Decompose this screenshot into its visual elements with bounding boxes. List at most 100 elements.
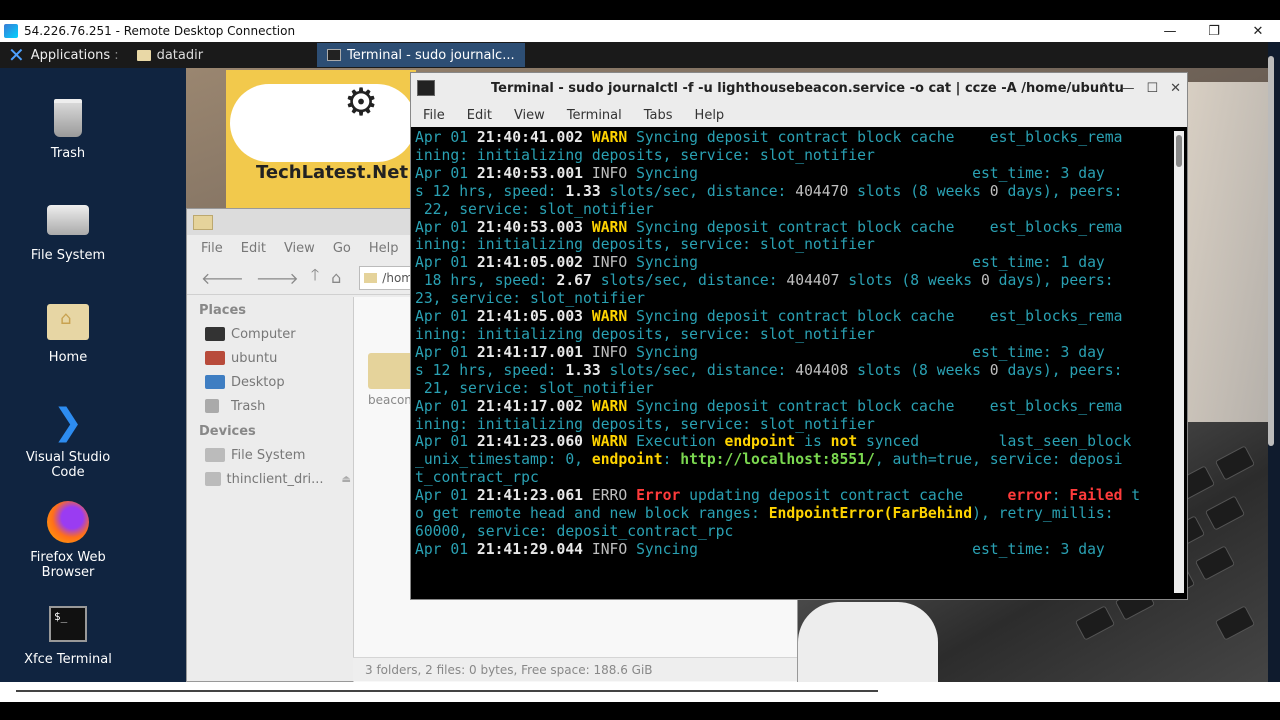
terminal-line: s 12 hrs, speed: 1.33 slots/sec, distanc… [415,183,1171,201]
terminal-text-segment: slots/sec, distance: [591,272,787,290]
terminal-output[interactable]: Apr 01 21:40:41.002 WARN Syncing deposit… [415,129,1171,595]
forward-arrow-icon[interactable]: 🡒 [256,268,299,288]
terminal-scrollbar[interactable] [1174,131,1184,593]
terminal-line: ining: initializing deposits, service: s… [415,147,1171,165]
taskbar-terminal[interactable]: Terminal - sudo journalc... [317,43,525,67]
back-arrow-icon[interactable]: 🡐 [201,268,244,288]
terminal-text-segment: INFO [583,254,628,272]
terminal-line: Apr 01 21:41:29.044 INFO Syncing est_tim… [415,541,1171,559]
home-icon[interactable]: ⌂ [331,268,341,287]
terminal-text-segment: slots/sec, distance: [600,361,796,379]
terminal-line: s 12 hrs, speed: 1.33 slots/sec, distanc… [415,362,1171,380]
techlatest-logo: ⚙ TechLatest.Net [226,70,416,208]
term-menu-file[interactable]: File [423,108,445,123]
terminal-text-segment: updating deposit contract cache [680,487,1008,505]
devices-header: Devices [199,424,256,439]
close-button[interactable]: ✕ [1170,81,1181,96]
terminal-text-segment: EndpointError(FarBehind [768,505,973,523]
rdp-bottom-scrollbar[interactable] [0,682,1280,702]
terminal-text-segment: 21:41:23.061 [476,487,584,505]
terminal-text-segment: Apr 01 [415,308,477,326]
minimize-button[interactable]: — [1121,81,1134,96]
desktop-icon [205,375,225,389]
terminal-text-segment: Syncing deposit contract block cache est… [627,129,1123,146]
terminal-text-segment: 21:41:17.002 [476,397,584,415]
sidebar-item-thinclient[interactable]: thinclient_dri... ⏏ [191,467,351,491]
rdp-maximize-button[interactable]: ❐ [1192,20,1236,42]
sidebar-item-trash[interactable]: Trash [191,394,351,418]
folder-label: beacon [368,393,412,407]
terminal-line: ining: initializing deposits, service: s… [415,416,1171,434]
terminal-text-segment: 1.33 [565,361,601,379]
file-manager-statusbar: 3 folders, 2 files: 0 bytes, Free space:… [353,657,797,681]
file-manager-sidebar: Places Computer ubuntu Desktop Trash Dev… [191,297,351,651]
terminal-text-segment: t [1122,487,1141,505]
fm-menu-edit[interactable]: Edit [241,241,266,256]
fm-menu-view[interactable]: View [284,241,315,256]
fm-menu-file[interactable]: File [201,241,223,256]
trash-icon [205,399,219,413]
terminal-text-segment: ining: initializing deposits, service: s… [415,325,875,343]
eject-icon[interactable]: ⏏ [342,474,351,485]
terminal-text-segment: 22, service: slot_notifier [415,200,654,218]
rdp-minimize-button[interactable]: — [1148,20,1192,42]
sidebar-item-desktop[interactable]: Desktop [191,370,351,394]
terminal-text-segment: INFO [583,540,628,558]
desktop-firefox[interactable]: Firefox Web Browser [18,500,118,580]
desktop-xfce-terminal[interactable]: $_ Xfce Terminal [18,602,118,667]
terminal-line: Apr 01 21:41:23.061 ERRO Error updating … [415,487,1171,505]
desktop-vscode[interactable]: ❯ Visual Studio Code [18,400,118,480]
terminal-text-segment: Execution [627,433,725,451]
terminal-text-segment: days), peers: [998,182,1123,200]
terminal-text-segment: Apr 01 [415,254,477,272]
taskbar-datadir[interactable]: datadir [127,43,214,67]
term-menu-edit[interactable]: Edit [467,108,492,123]
terminal-line: Apr 01 21:41:17.001 INFO Syncing est_tim… [415,344,1171,362]
terminal-text-segment: Syncing est_time: 3 day [627,164,1105,182]
fm-menu-help[interactable]: Help [369,241,399,256]
sidebar-item-file-system[interactable]: File System [191,443,351,467]
terminal-text-segment: Apr 01 [415,540,477,558]
term-menu-view[interactable]: View [514,108,545,123]
terminal-menubar: File Edit View Terminal Tabs Help [411,103,1187,127]
logo-text: TechLatest.Net [256,162,409,183]
sidebar-item-ubuntu[interactable]: ubuntu [191,346,351,370]
terminal-line: ining: initializing deposits, service: s… [415,326,1171,344]
up-arrow-icon[interactable]: 🡑 [311,264,319,291]
terminal-text-segment: slots (8 weeks [848,182,990,200]
terminal-line: _unix_timestamp: 0, endpoint: http://loc… [415,451,1171,469]
terminal-line: 22, service: slot_notifier [415,201,1171,219]
remote-desktop: ⚙ TechLatest.Net ✕ Applications : datadi… [0,42,1280,682]
terminal-text-segment: 404408 [795,361,849,379]
terminal-titlebar[interactable]: Terminal - sudo journalctl -f -u lightho… [411,73,1187,103]
terminal-text-segment: slots (8 weeks [848,361,990,379]
terminal-text-segment: 21:41:29.044 [476,540,584,558]
terminal-text-segment: : [1051,487,1070,505]
terminal-text-segment: Apr 01 [415,164,477,182]
scrollbar-thumb[interactable] [1176,135,1182,167]
desktop-file-system[interactable]: File System [18,198,118,263]
term-menu-tabs[interactable]: Tabs [644,108,673,123]
folder-icon [136,49,151,61]
desktop-icons-area: Trash File System Home ❯ Visual Studio C… [0,68,186,682]
rdp-close-button[interactable]: ✕ [1236,20,1280,42]
term-menu-terminal[interactable]: Terminal [567,108,622,123]
rdp-right-scrollbar[interactable] [1268,56,1274,446]
sidebar-item-computer[interactable]: Computer [191,322,351,346]
desktop-home[interactable]: Home [18,300,118,365]
chevron-up-icon[interactable]: ⌃ [1099,81,1110,96]
applications-menu-button[interactable]: ✕ Applications : [0,42,127,68]
terminal-text-segment: Error [627,487,681,505]
terminal-text-segment: 21:41:17.001 [476,343,584,361]
desktop-trash[interactable]: Trash [18,96,118,161]
terminal-text-segment: synced last_seen_block [857,433,1132,451]
terminal-text-segment: WARN [583,308,628,326]
fm-menu-go[interactable]: Go [333,241,351,256]
folder-icon[interactable] [368,353,414,389]
terminal-text-segment: Syncing est_time: 3 day [627,540,1105,558]
terminal-text-segment: Syncing deposit contract block cache est… [627,397,1123,415]
places-header: Places [199,303,247,318]
maximize-button[interactable]: ☐ [1146,81,1158,96]
terminal-text-segment: 21:40:53.003 [476,218,584,236]
term-menu-help[interactable]: Help [695,108,725,123]
